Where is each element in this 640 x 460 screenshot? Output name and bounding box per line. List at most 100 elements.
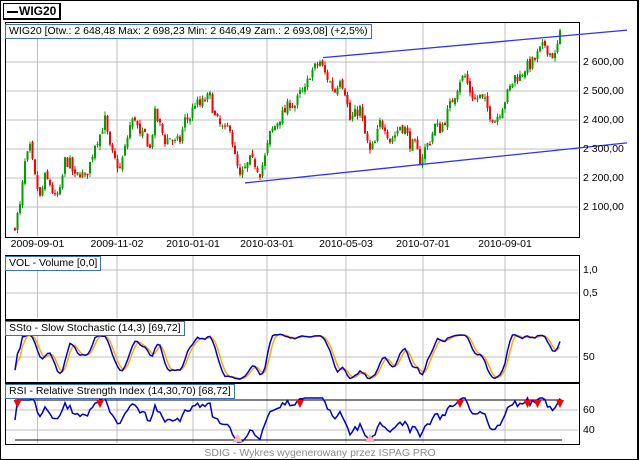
candle-body xyxy=(149,144,151,148)
candle-body xyxy=(441,123,444,132)
candle-body xyxy=(99,134,101,147)
candle-body xyxy=(144,128,146,132)
candle-body xyxy=(271,128,274,132)
candle-body xyxy=(244,166,246,169)
candle-body xyxy=(229,125,231,132)
candle-body xyxy=(439,123,441,134)
candle-body xyxy=(394,135,396,138)
candle-body xyxy=(504,102,506,109)
candle-body xyxy=(186,117,189,120)
candle-body xyxy=(126,138,129,148)
candle-body xyxy=(544,40,546,46)
candle-body xyxy=(116,158,119,169)
candle-body xyxy=(424,147,426,159)
candle-body xyxy=(329,81,331,83)
candle-body xyxy=(319,61,321,66)
candle-body xyxy=(276,123,279,127)
candle-body xyxy=(346,95,349,105)
candle-body xyxy=(111,144,114,151)
candle-body xyxy=(416,139,419,150)
candle-body xyxy=(146,133,149,147)
candle-body xyxy=(296,95,299,106)
candle-body xyxy=(154,108,156,136)
y-tick-label: 2 200,00 xyxy=(583,172,624,184)
y-tick-label: 2 600,00 xyxy=(583,56,624,68)
candle-body xyxy=(266,142,269,154)
candle-body xyxy=(359,105,361,116)
candle-body xyxy=(311,69,314,78)
candle-body xyxy=(344,89,346,96)
candle-body xyxy=(141,130,144,136)
candle-body xyxy=(431,133,434,142)
candle-body xyxy=(559,30,561,45)
candle-body xyxy=(41,187,44,196)
candle-body xyxy=(556,43,559,52)
candle-body xyxy=(109,131,111,145)
candle-body xyxy=(369,142,371,150)
candle-body xyxy=(51,184,54,193)
candle-body xyxy=(39,187,41,196)
candle-body xyxy=(291,106,294,108)
rsi-tick-label: 40 xyxy=(583,424,595,436)
candle-body xyxy=(199,99,201,106)
candle-body xyxy=(376,128,379,141)
candle-body xyxy=(254,159,256,168)
candle-body xyxy=(476,98,479,100)
candle-body xyxy=(321,60,324,66)
candle-body xyxy=(194,105,196,109)
candle-body xyxy=(61,175,64,189)
candle-body xyxy=(204,99,206,101)
stochastic-panel-title: SSto - Slow Stochastic (14,3) [69,72] xyxy=(5,321,185,336)
candle-body xyxy=(384,127,386,132)
rsi-panel-title: RSI - Relative Strength Index (14,30,70)… xyxy=(5,384,235,399)
candle-body xyxy=(281,109,284,124)
candle-body xyxy=(511,83,514,88)
candle-body xyxy=(446,108,449,128)
candle-body xyxy=(356,109,359,116)
sell-signal-marker xyxy=(296,400,304,408)
candle-body xyxy=(166,138,169,145)
candle-body xyxy=(484,97,486,99)
candle-body xyxy=(181,129,184,142)
candle-body xyxy=(14,228,16,231)
candle-body xyxy=(309,78,311,80)
candle-body xyxy=(69,157,71,169)
candle-body xyxy=(294,105,296,108)
candle-body xyxy=(489,106,491,120)
candle-body xyxy=(76,172,79,175)
candle-body xyxy=(401,125,404,133)
candle-body xyxy=(24,161,26,184)
candle-body xyxy=(216,113,219,117)
candle-body xyxy=(501,109,504,119)
candle-body xyxy=(129,125,131,138)
candle-body xyxy=(36,175,39,189)
candle-body xyxy=(21,181,24,206)
candle-body xyxy=(304,86,306,92)
candle-body xyxy=(226,125,229,127)
candle-body xyxy=(114,151,116,158)
candle-body xyxy=(534,57,536,60)
candle-body xyxy=(96,144,99,146)
candle-body xyxy=(259,174,261,178)
candle-body xyxy=(249,155,251,165)
candle-body xyxy=(551,53,554,59)
candle-body xyxy=(164,134,166,145)
candle-body xyxy=(451,100,454,103)
candle-body xyxy=(379,120,381,127)
candle-body xyxy=(279,121,281,126)
candle-body xyxy=(161,123,164,133)
candle-body xyxy=(119,166,121,168)
candle-body xyxy=(426,143,429,147)
candle-body xyxy=(196,99,199,105)
candle-body xyxy=(264,155,266,166)
candle-body xyxy=(549,53,551,56)
candle-body xyxy=(334,89,336,93)
sell-signal-marker xyxy=(533,400,542,408)
volume-tick-label: 1,0 xyxy=(583,264,598,276)
candle-body xyxy=(84,173,86,175)
x-tick-label: 2010-01-01 xyxy=(166,238,220,250)
candle-body xyxy=(201,98,204,107)
candle-body xyxy=(209,92,211,96)
candle-body xyxy=(509,85,511,91)
candle-body xyxy=(461,75,464,81)
